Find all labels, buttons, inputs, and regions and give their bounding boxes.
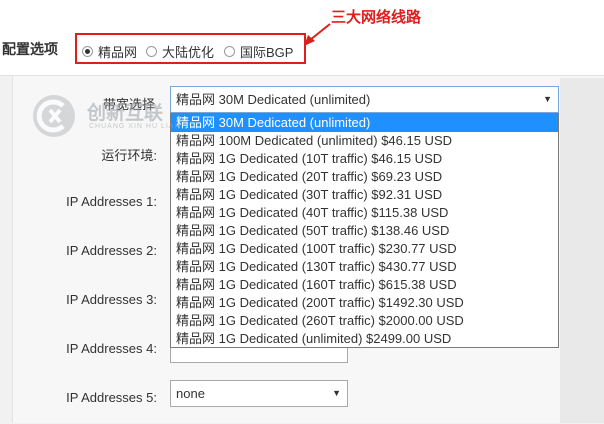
- radio-label: 大陆优化: [162, 45, 215, 60]
- panel-right-strip: [560, 78, 604, 423]
- annotation-text: 三大网络线路: [331, 8, 422, 26]
- dropdown-option[interactable]: 精品网 1G Dedicated (160T traffic) $615.38 …: [171, 276, 558, 294]
- config-options-label: 配置选项: [2, 41, 58, 57]
- watermark-subtext: CHUANG XIN HU LIAN: [89, 123, 181, 130]
- watermark-logo: 创新互联 CHUANG XIN HU LIAN: [30, 92, 180, 147]
- chevron-down-icon: ▼: [332, 388, 341, 398]
- radio-checked-icon[interactable]: [82, 46, 93, 57]
- dropdown-option[interactable]: 精品网 1G Dedicated (50T traffic) $138.46 U…: [171, 222, 558, 240]
- bandwidth-select[interactable]: 精品网 30M Dedicated (unlimited) ▼: [170, 86, 559, 113]
- radio-label: 精品网: [98, 45, 138, 60]
- radio-option-mainland[interactable]: 大陆优化: [146, 42, 214, 61]
- ip-address-2-label: IP Addresses 2:: [66, 243, 157, 258]
- dropdown-option[interactable]: 精品网 30M Dedicated (unlimited): [171, 114, 558, 132]
- radio-label: 国际BGP: [240, 45, 294, 60]
- watermark-icon: [33, 95, 75, 137]
- dropdown-option[interactable]: 精品网 1G Dedicated (10T traffic) $46.15 US…: [171, 150, 558, 168]
- ip-address-5-select[interactable]: none ▼: [170, 380, 348, 407]
- dropdown-option[interactable]: 精品网 1G Dedicated (130T traffic) $430.77 …: [171, 258, 558, 276]
- radio-unchecked-icon[interactable]: [146, 46, 157, 57]
- bandwidth-select-value: 精品网 30M Dedicated (unlimited): [176, 92, 371, 107]
- network-line-radio-group: 精品网 大陆优化 国际BGP: [75, 33, 306, 64]
- watermark-text: 创新互联: [87, 102, 164, 124]
- bandwidth-dropdown-list: 精品网 30M Dedicated (unlimited) 精品网 100M De…: [170, 113, 559, 348]
- radio-option-premium[interactable]: 精品网: [82, 42, 137, 61]
- radio-option-bgp[interactable]: 国际BGP: [224, 42, 293, 61]
- dropdown-option[interactable]: 精品网 1G Dedicated (100T traffic) $230.77 …: [171, 240, 558, 258]
- ip-address-1-label: IP Addresses 1:: [66, 194, 157, 209]
- dropdown-option[interactable]: 精品网 100M Dedicated (unlimited) $46.15 US…: [171, 132, 558, 150]
- dropdown-option[interactable]: 精品网 1G Dedicated (260T traffic) $2000.00…: [171, 312, 558, 330]
- config-header: 三大网络线路 配置选项 精品网 大陆优化 国际BGP: [0, 0, 604, 70]
- dropdown-option[interactable]: 精品网 1G Dedicated (40T traffic) $115.38 U…: [171, 204, 558, 222]
- ip-address-5-value: none: [176, 386, 205, 401]
- dropdown-option[interactable]: 精品网 1G Dedicated (unlimited) $2499.00 US…: [171, 330, 558, 348]
- dropdown-option[interactable]: 精品网 1G Dedicated (30T traffic) $92.31 US…: [171, 186, 558, 204]
- ip-address-4-label: IP Addresses 4:: [66, 341, 157, 356]
- dropdown-option[interactable]: 精品网 1G Dedicated (20T traffic) $69.23 US…: [171, 168, 558, 186]
- radio-unchecked-icon[interactable]: [224, 46, 235, 57]
- dropdown-option[interactable]: 精品网 1G Dedicated (200T traffic) $1492.30…: [171, 294, 558, 312]
- ip-address-3-label: IP Addresses 3:: [66, 292, 157, 307]
- ip-address-5-label: IP Addresses 5:: [66, 390, 157, 405]
- os-label: 运行环境:: [101, 148, 157, 163]
- chevron-down-icon: ▼: [543, 94, 552, 104]
